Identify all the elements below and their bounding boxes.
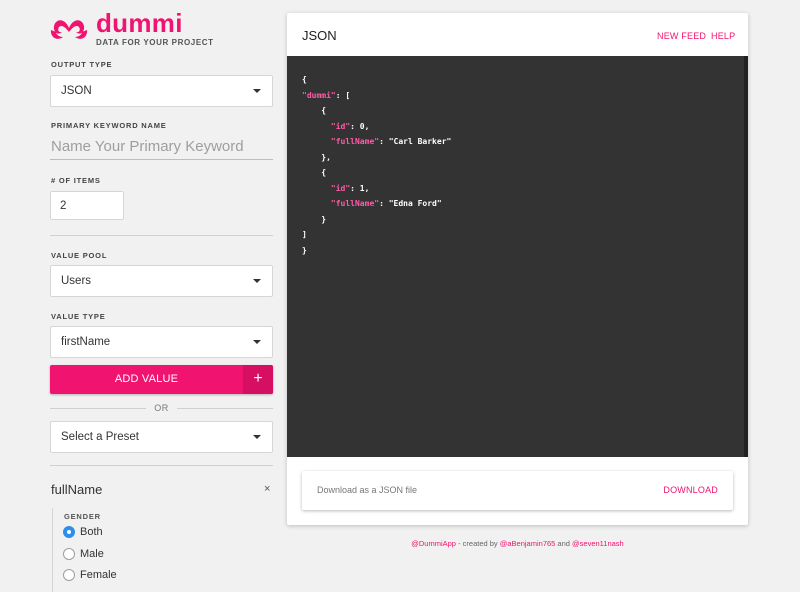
divider bbox=[52, 508, 53, 592]
code-token: } bbox=[321, 214, 327, 224]
code-value: : "Edna Ford" bbox=[379, 199, 442, 208]
brand-subtitle: DATA FOR YOUR PROJECT bbox=[96, 38, 214, 47]
output-type-value: JSON bbox=[61, 85, 92, 97]
num-items-label: # OF ITEMS bbox=[51, 176, 101, 185]
output-type-select[interactable]: JSON bbox=[50, 75, 273, 107]
card-header: JSON NEW FEED HELP bbox=[287, 13, 748, 56]
preset-select[interactable]: Select a Preset bbox=[50, 421, 273, 453]
code-key: "id" bbox=[330, 183, 351, 193]
footer-text: and bbox=[555, 539, 573, 548]
preset-value: Select a Preset bbox=[61, 431, 139, 443]
download-box: Download as a JSON file DOWNLOAD bbox=[302, 471, 733, 510]
radio-both[interactable]: Both bbox=[63, 526, 103, 538]
radio-button-checked[interactable] bbox=[63, 526, 75, 538]
radio-button[interactable] bbox=[63, 569, 75, 581]
value-type-value: firstName bbox=[61, 336, 111, 348]
download-button[interactable]: DOWNLOAD bbox=[663, 485, 718, 495]
divider bbox=[50, 465, 273, 466]
radio-male[interactable]: Male bbox=[63, 548, 104, 560]
app-handle-link[interactable]: @DummiApp bbox=[411, 539, 456, 548]
value-pool-label: VALUE POOL bbox=[51, 251, 108, 260]
chevron-down-icon bbox=[253, 340, 261, 344]
radio-label: Male bbox=[80, 548, 104, 560]
code-token: } bbox=[302, 245, 307, 255]
code-token: ] bbox=[302, 230, 307, 239]
code-token: { bbox=[302, 75, 307, 84]
author-link[interactable]: @aBenjamin765 bbox=[500, 539, 556, 548]
add-value-button[interactable]: ADD VALUE + bbox=[50, 365, 273, 394]
code-key: "id" bbox=[330, 121, 351, 131]
code-token: { bbox=[321, 168, 327, 177]
primary-keyword-label: PRIMARY KEYWORD NAME bbox=[51, 121, 167, 130]
code-value: : "Carl Barker" bbox=[379, 137, 452, 146]
chevron-down-icon bbox=[253, 435, 261, 439]
new-feed-link[interactable]: NEW FEED bbox=[657, 31, 706, 41]
divider bbox=[50, 235, 273, 236]
code-value: : 0, bbox=[350, 121, 370, 131]
radio-label: Both bbox=[80, 526, 103, 538]
plus-icon: + bbox=[243, 365, 273, 394]
footer-text: - created by bbox=[455, 539, 500, 548]
close-icon[interactable]: × bbox=[264, 483, 270, 495]
gender-label: GENDER bbox=[64, 512, 101, 521]
code-key: "fullName" bbox=[330, 137, 380, 146]
code-key: "dummi" bbox=[302, 90, 336, 100]
footer: @DummiApp - created by @aBenjamin765 and… bbox=[287, 539, 748, 548]
output-title: JSON bbox=[302, 28, 337, 43]
mustache-logo-icon bbox=[50, 19, 88, 39]
radio-female[interactable]: Female bbox=[63, 569, 117, 581]
value-item-name: fullName bbox=[51, 482, 103, 497]
code-output: { "dummi": [ { "id": 0, "fullName": "Car… bbox=[287, 56, 748, 457]
author-link[interactable]: @seven11nash bbox=[572, 539, 624, 548]
chevron-down-icon bbox=[253, 279, 261, 283]
code-token: : [ bbox=[335, 90, 351, 100]
help-link[interactable]: HELP bbox=[711, 31, 735, 41]
add-value-label: ADD VALUE bbox=[114, 373, 179, 385]
download-text: Download as a JSON file bbox=[317, 485, 418, 495]
value-pool-select[interactable]: Users bbox=[50, 265, 273, 297]
code-key: "fullName" bbox=[330, 199, 380, 208]
primary-keyword-input[interactable] bbox=[50, 134, 273, 160]
num-items-input[interactable] bbox=[50, 191, 124, 220]
value-type-label: VALUE TYPE bbox=[51, 312, 106, 321]
value-type-select[interactable]: firstName bbox=[50, 326, 273, 358]
logo: dummi DATA FOR YOUR PROJECT bbox=[50, 10, 214, 47]
code-value: : 1, bbox=[350, 183, 370, 193]
code-token: { bbox=[321, 106, 327, 115]
chevron-down-icon bbox=[253, 89, 261, 93]
radio-button[interactable] bbox=[63, 548, 75, 560]
divider bbox=[177, 408, 273, 409]
radio-label: Female bbox=[80, 569, 117, 581]
output-card: JSON NEW FEED HELP { "dummi": [ { "id": … bbox=[287, 13, 748, 525]
code-token: }, bbox=[321, 152, 331, 162]
value-pool-value: Users bbox=[61, 275, 92, 287]
output-type-label: OUTPUT TYPE bbox=[51, 60, 113, 69]
or-separator: OR bbox=[50, 402, 273, 414]
brand-title: dummi bbox=[96, 8, 183, 38]
